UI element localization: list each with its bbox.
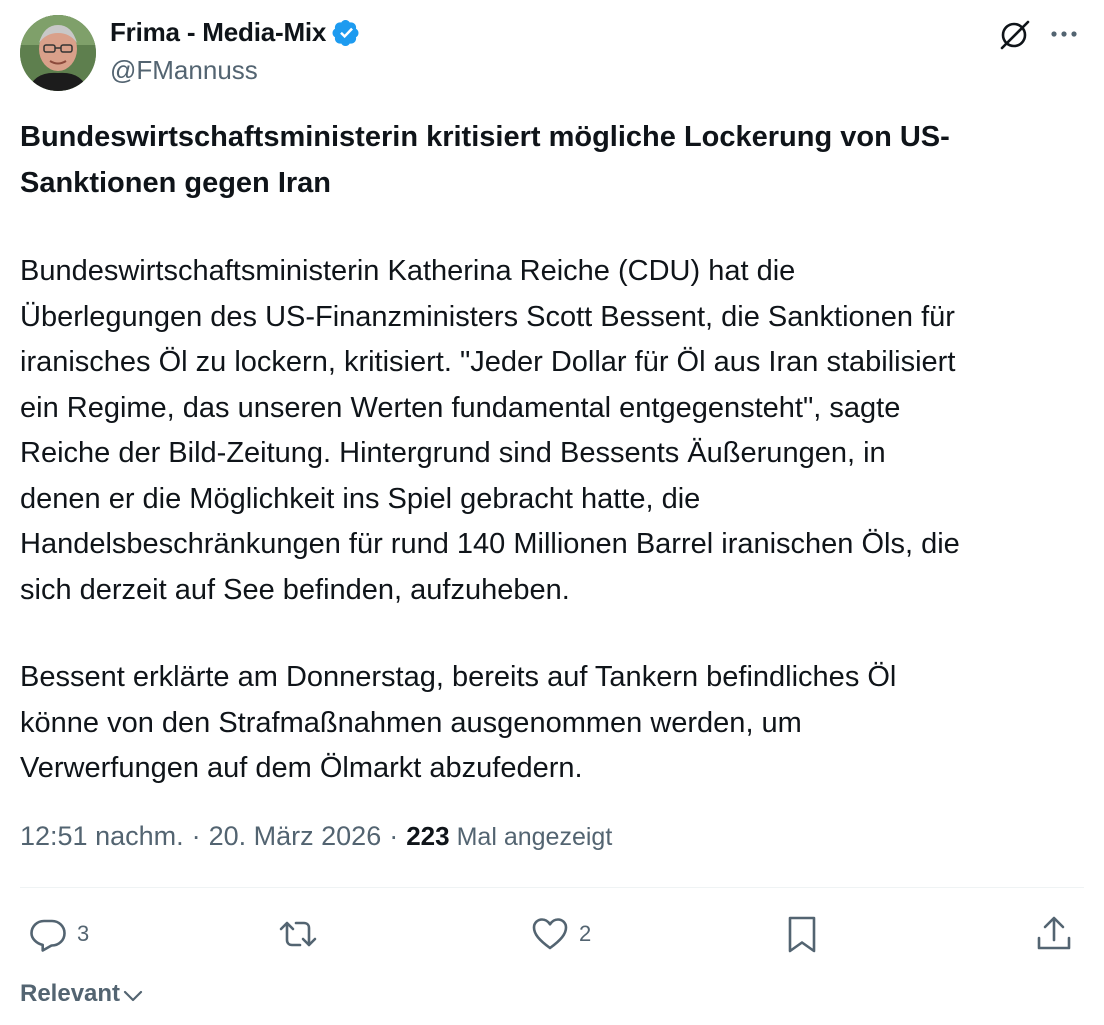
meta-separator: · xyxy=(389,821,399,851)
like-count: 2 xyxy=(579,921,592,946)
bookmark-icon xyxy=(788,916,816,953)
post-paragraph: Bessent erklärte am Donnerstag, bereits … xyxy=(20,661,897,784)
reply-count: 3 xyxy=(77,921,90,946)
sort-replies-dropdown[interactable]: Relevant xyxy=(20,978,144,1010)
post-paragraph: Bundeswirtschaftsministerin Katherina Re… xyxy=(20,255,960,606)
share-icon xyxy=(1037,916,1071,950)
share-button[interactable] xyxy=(1034,913,1074,955)
divider xyxy=(20,887,1084,888)
author-name-text[interactable]: Frima - Media-Mix xyxy=(110,17,326,48)
grok-icon[interactable] xyxy=(996,16,1032,52)
bookmark-button[interactable] xyxy=(782,913,822,955)
like-button[interactable]: 2 xyxy=(530,913,591,955)
post-headline: Bundeswirtschaftsministerin kritisiert m… xyxy=(20,121,950,199)
more-options-icon[interactable] xyxy=(1046,16,1082,52)
tweet: Frima - Media-Mix @FMannuss Bundeswirtsc… xyxy=(0,0,1104,1025)
retweet-button[interactable] xyxy=(278,913,318,955)
chevron-down-icon xyxy=(123,990,143,1002)
post-time[interactable]: 12:51 nachm. xyxy=(20,821,184,852)
retweet-icon xyxy=(279,921,317,947)
post-meta: 12:51 nachm. · 20. März 2026 · 223 Mal a… xyxy=(20,821,612,852)
reply-button[interactable]: 3 xyxy=(28,913,89,955)
views-label[interactable]: Mal angezeigt xyxy=(457,823,613,852)
meta-separator: · xyxy=(191,821,201,851)
author-name[interactable]: Frima - Media-Mix xyxy=(110,17,361,48)
post-date[interactable]: 20. März 2026 xyxy=(209,821,382,852)
verified-badge-icon xyxy=(331,18,361,48)
views-count[interactable]: 223 xyxy=(406,821,449,852)
avatar[interactable] xyxy=(20,15,96,91)
sort-label[interactable]: Relevant xyxy=(20,980,120,1008)
like-icon xyxy=(532,918,568,950)
reply-icon xyxy=(30,919,66,952)
author-handle[interactable]: @FMannuss xyxy=(110,55,258,86)
